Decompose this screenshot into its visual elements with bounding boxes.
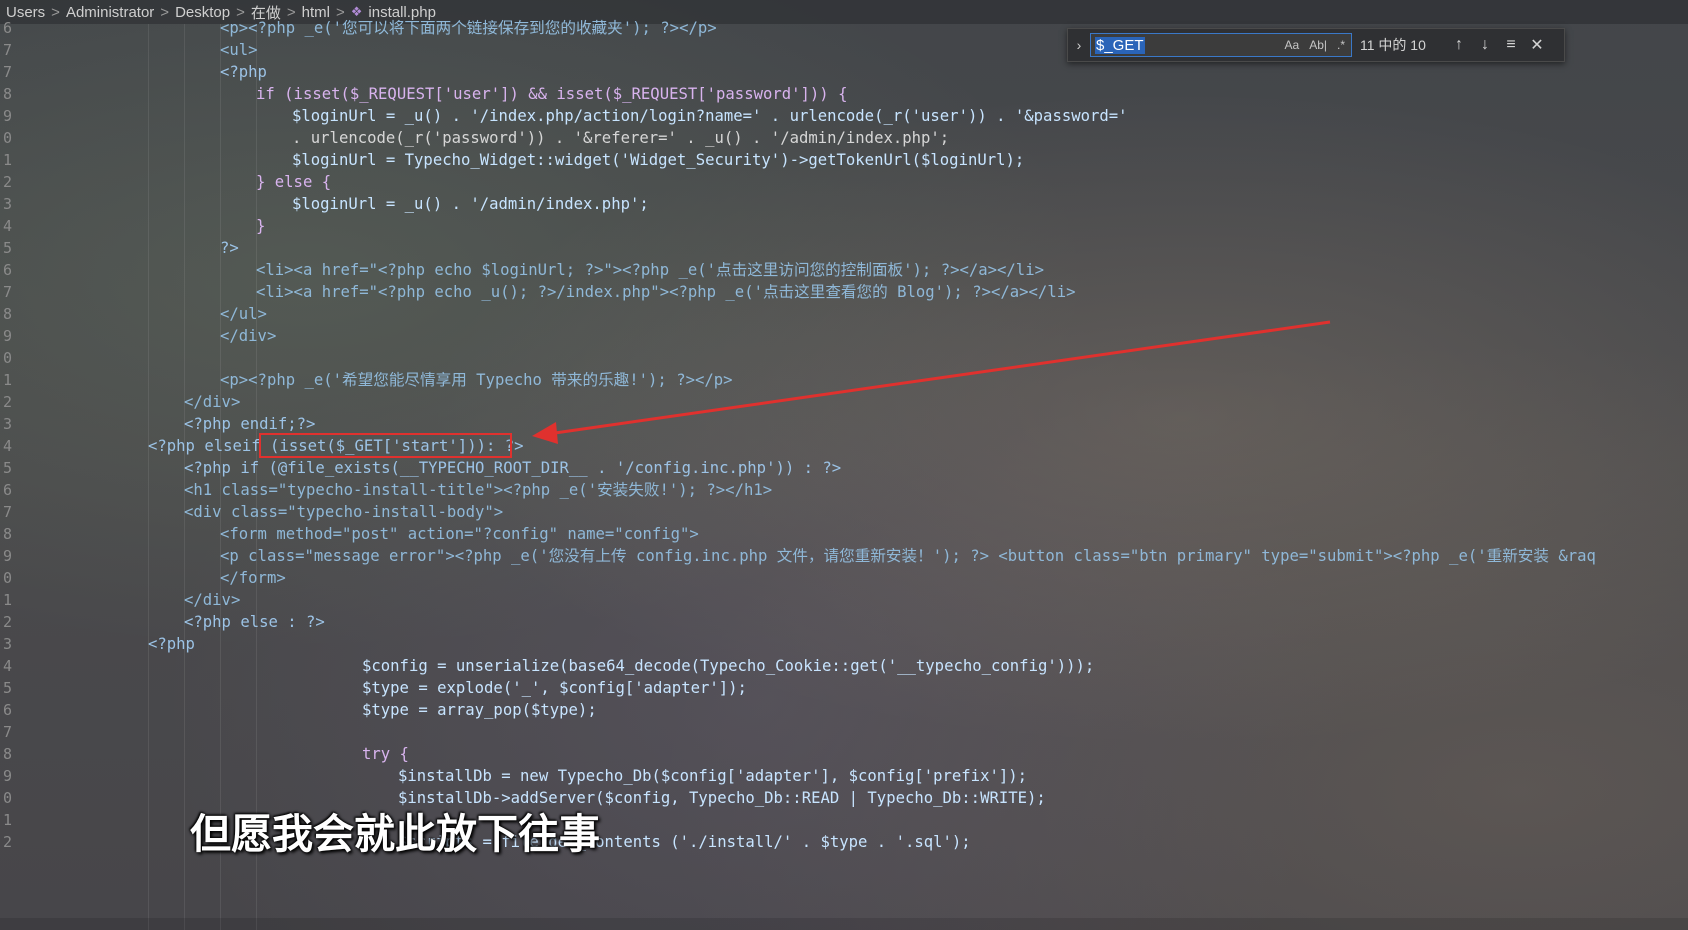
code-line: <?php	[148, 635, 195, 653]
indent-guide	[148, 24, 149, 930]
whole-word-icon[interactable]: Ab|	[1309, 38, 1327, 52]
video-subtitle: 但愿我会就此放下往事	[190, 810, 600, 858]
code-line: <li><a href="<?php echo $loginUrl; ?>"><…	[256, 261, 1044, 279]
code-line: <?php	[220, 63, 267, 81]
code-line: <h1 class="typecho-install-title"><?php …	[184, 481, 773, 499]
code-line: }	[256, 217, 266, 235]
close-icon[interactable]: ✕	[1524, 35, 1550, 55]
code-line: <li><a href="<?php echo _u(); ?>/index.p…	[256, 283, 1076, 301]
code-line: <p class="message error"><?php _e('您没有上传…	[220, 547, 1596, 565]
code-line: <?php endif;?>	[184, 415, 316, 433]
find-input[interactable]: $_GET	[1095, 36, 1145, 54]
bottom-fade	[0, 918, 1688, 930]
find-input-wrapper[interactable]: $_GET Aa Ab| .*	[1090, 33, 1352, 57]
arrow-down-icon[interactable]: ↓	[1472, 36, 1498, 54]
code-line: if (isset($_REQUEST['user']) && isset($_…	[256, 85, 848, 103]
code-line: <ul>	[220, 41, 258, 59]
code-line: $type = array_pop($type);	[362, 701, 597, 719]
breadcrumb-item-administrator[interactable]: Administrator	[66, 4, 154, 21]
breadcrumb-separator: >	[160, 3, 170, 21]
code-line: ?>	[220, 239, 239, 257]
code-line: </div>	[184, 591, 241, 609]
code-editor[interactable]: 67789012345678901234567890123456789012 <…	[0, 19, 1688, 930]
find-in-selection-icon[interactable]: ≡	[1498, 36, 1524, 54]
code-line: <p><?php _e('希望您能尽情享用 Typecho 带来的乐趣!'); …	[220, 371, 733, 389]
code-line: <p><?php _e('您可以将下面两个链接保存到您的收藏夹'); ?></p…	[220, 19, 717, 37]
code-line: </form>	[220, 569, 286, 587]
code-line: $installDb = new Typecho_Db($config['ada…	[398, 767, 1028, 785]
code-line: </div>	[220, 327, 277, 345]
regex-icon[interactable]: .*	[1337, 38, 1345, 52]
code-line: try {	[362, 745, 409, 763]
code-line: $loginUrl = Typecho_Widget::widget('Widg…	[292, 151, 1025, 169]
code-line: <div class="typecho-install-body">	[184, 503, 504, 521]
code-line: <?php if (@file_exists(__TYPECHO_ROOT_DI…	[184, 459, 842, 477]
code-line: } else {	[256, 173, 332, 191]
code-line: </ul>	[220, 305, 267, 323]
code-line: $loginUrl = _u() . '/admin/index.php';	[292, 195, 649, 213]
code-line: </div>	[184, 393, 241, 411]
code-line: $config = unserialize(base64_decode(Type…	[362, 657, 1095, 675]
code-line: <form method="post" action="?config" nam…	[220, 525, 699, 543]
find-widget: › $_GET Aa Ab| .* 11 中的 10 ↑ ↓ ≡ ✕	[1067, 28, 1565, 62]
match-count: 11 中的 10	[1360, 37, 1426, 53]
code-area[interactable]: <p><?php _e('您可以将下面两个链接保存到您的收藏夹'); ?></p…	[0, 19, 1688, 930]
toggle-replace-chevron-icon[interactable]: ›	[1068, 37, 1090, 53]
code-line: $loginUrl = _u() . '/index.php/action/lo…	[292, 107, 1128, 125]
match-case-icon[interactable]: Aa	[1285, 38, 1300, 52]
arrow-up-icon[interactable]: ↑	[1446, 36, 1472, 54]
code-line: . urlencode(_r('password')) . '&referer=…	[292, 129, 950, 147]
code-line: $type = explode('_', $config['adapter'])…	[362, 679, 747, 697]
code-line: <?php else : ?>	[184, 613, 325, 631]
breadcrumb-separator: >	[51, 3, 60, 21]
highlight-box	[259, 433, 512, 458]
